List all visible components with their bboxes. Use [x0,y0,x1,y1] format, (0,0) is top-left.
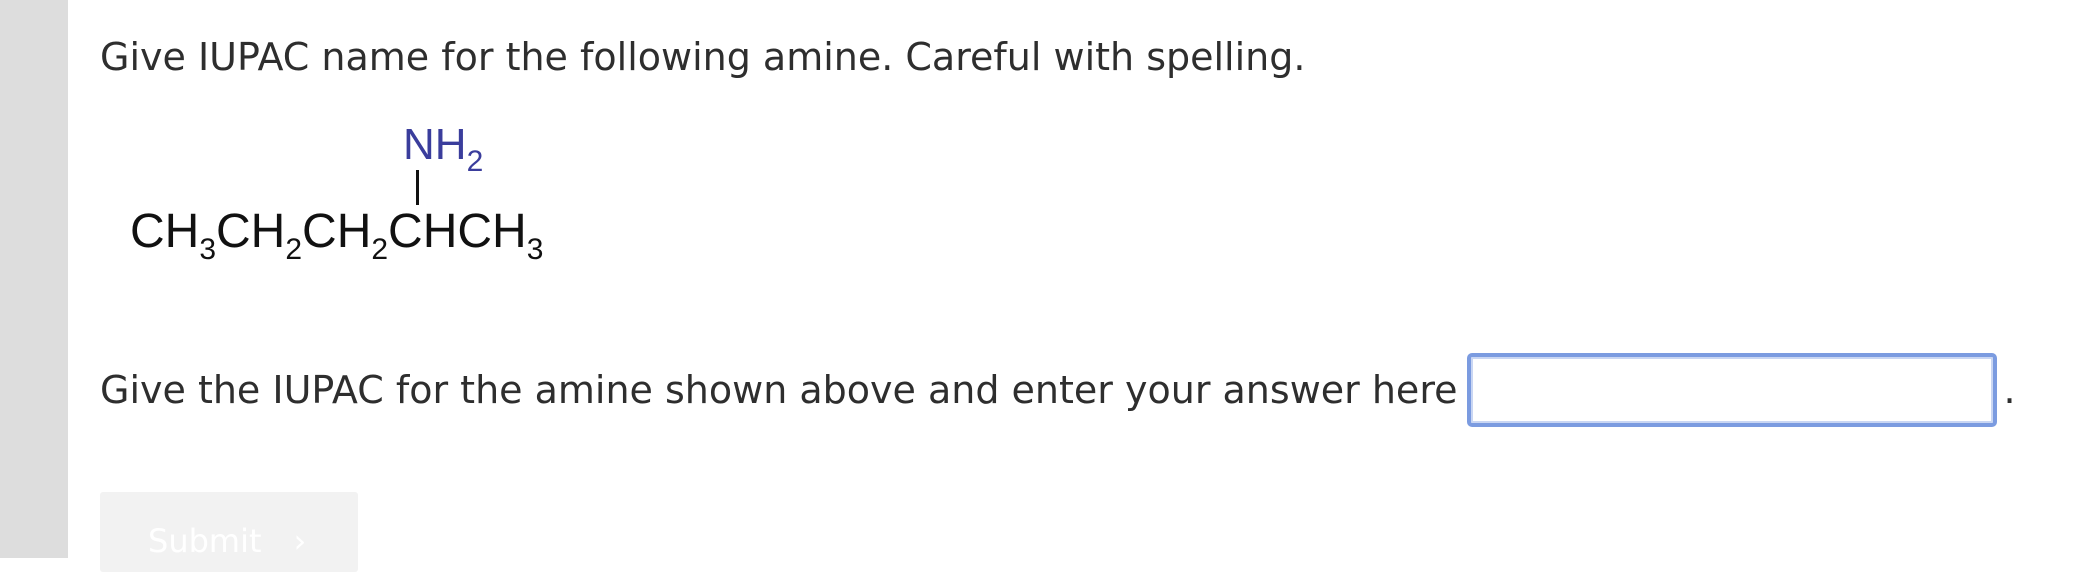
answer-row: Give the IUPAC for the amine shown above… [100,352,2016,428]
carbon-chain: CH3CH2CH2CHCH3 [130,204,543,266]
vertical-bond [416,170,419,205]
trailing-period: . [2003,368,2016,412]
left-margin-bar [0,0,68,558]
submit-label: Submit [148,522,262,560]
chevron-right-icon: › [293,522,307,560]
chain-part: CHCH [388,205,527,258]
amino-group: NH2 [403,120,484,178]
amino-subscript: 2 [466,145,484,178]
amino-label: NH [403,120,467,169]
chain-part: CH [302,205,372,258]
chain-subscript: 3 [199,233,217,266]
answer-prompt: Give the IUPAC for the amine shown above… [100,368,1458,412]
chain-subscript: 2 [285,233,303,266]
question-text: Give IUPAC name for the following amine.… [100,35,1306,79]
chain-subscript: 3 [526,233,544,266]
chain-subscript: 2 [371,233,389,266]
chain-part: CH [216,205,286,258]
answer-input[interactable] [1467,353,1998,427]
submit-button[interactable]: Submit › [100,492,358,572]
amine-structure: NH2 CH3CH2CH2CHCH3 [100,118,620,268]
chain-part: CH [130,205,200,258]
